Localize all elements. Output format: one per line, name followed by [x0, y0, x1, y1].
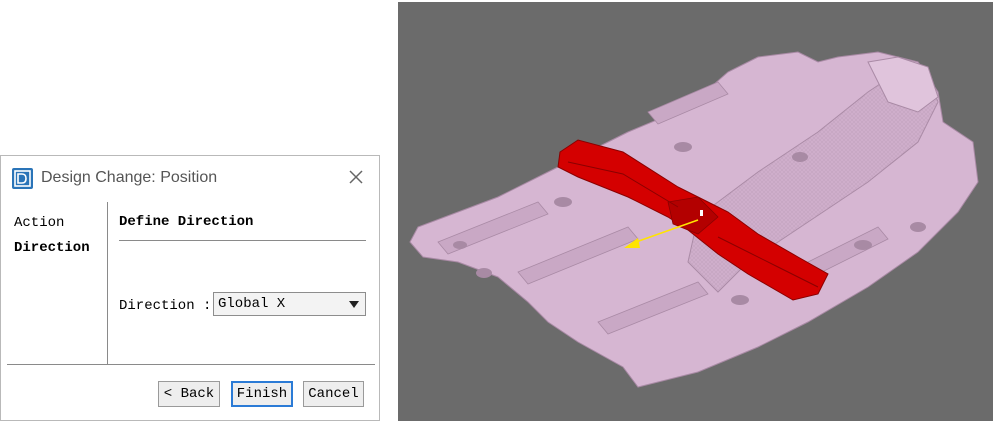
cancel-button[interactable]: Cancel — [303, 381, 364, 407]
app-icon — [12, 168, 33, 189]
step-action: Action — [14, 215, 65, 231]
section-divider — [119, 240, 366, 241]
direction-label: Direction : — [119, 298, 212, 314]
back-button[interactable]: < Back — [158, 381, 220, 407]
button-divider — [7, 364, 375, 365]
direction-select-value: Global X — [218, 296, 286, 312]
chevron-down-icon — [349, 301, 359, 308]
finish-button[interactable]: Finish — [231, 381, 293, 407]
steps-divider — [107, 202, 108, 364]
dialog-titlebar: Design Change: Position — [1, 156, 379, 200]
floor-panel-model — [409, 51, 979, 388]
step-direction: Direction — [14, 240, 90, 256]
wizard-steps: Action Direction — [7, 202, 107, 364]
dialog-title: Design Change: Position — [41, 169, 218, 186]
3d-viewport[interactable] — [398, 2, 993, 421]
close-icon[interactable] — [345, 166, 367, 188]
direction-select[interactable]: Global X — [213, 292, 366, 316]
design-change-dialog: Design Change: Position Action Direction… — [0, 155, 380, 421]
section-title: Define Direction — [119, 214, 254, 230]
